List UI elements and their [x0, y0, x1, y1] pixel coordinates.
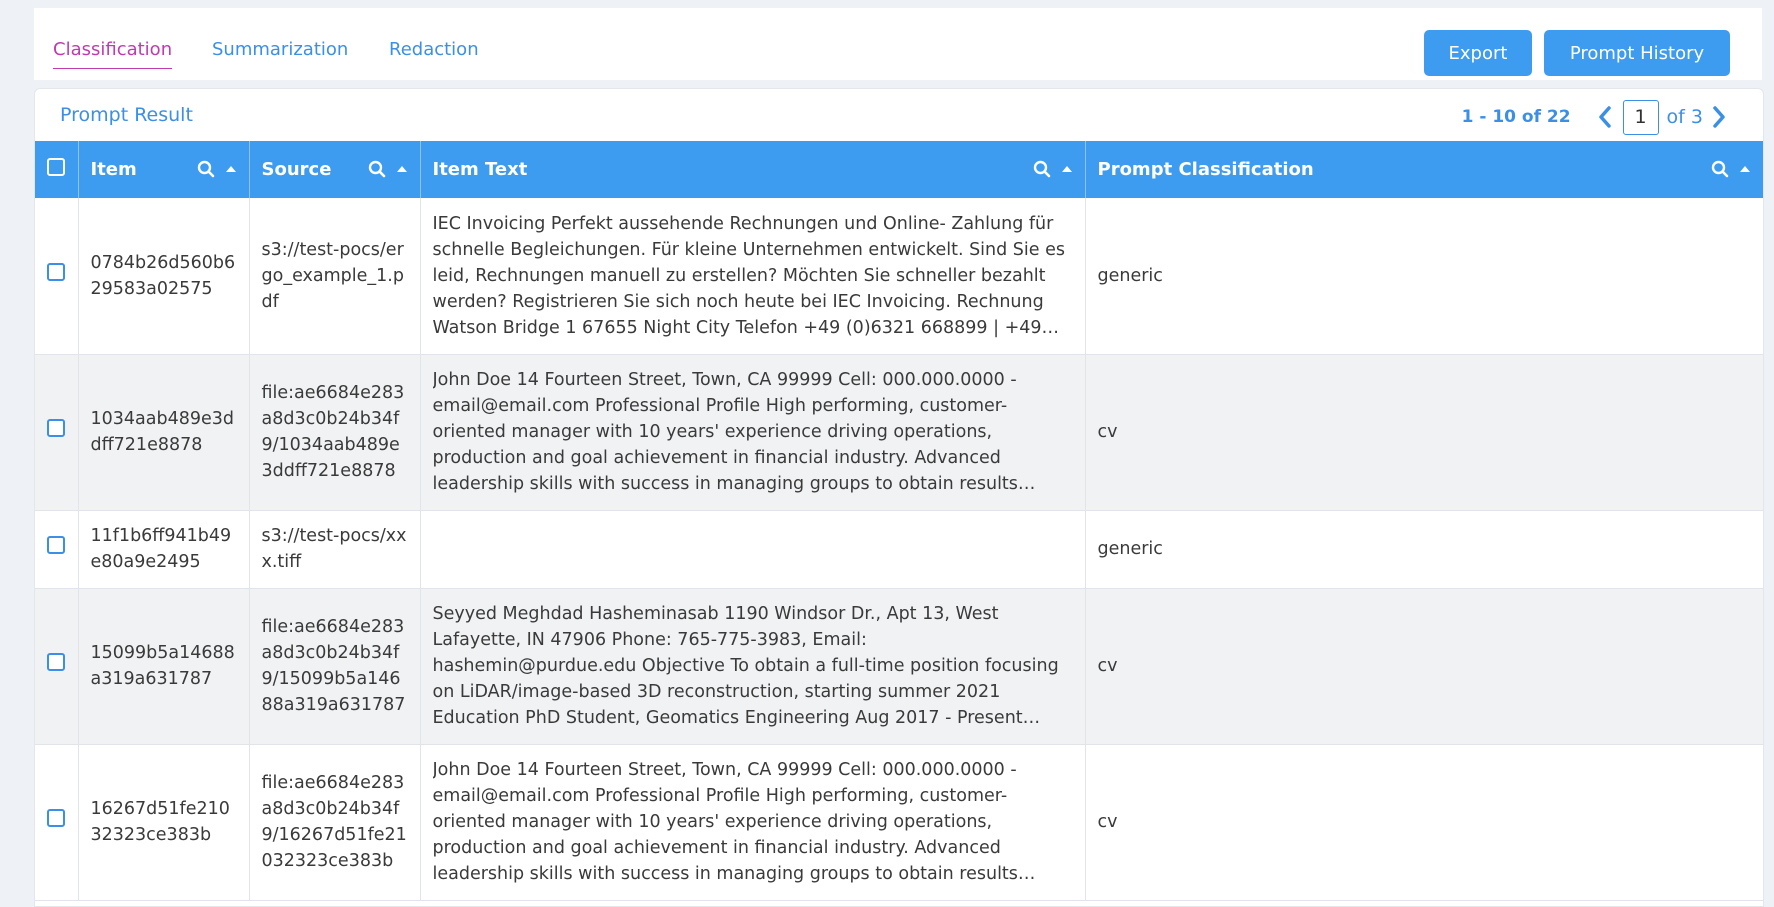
table-row[interactable]: 0784b26d560b629583a02575 s3://test-pocs/… [35, 198, 1763, 355]
item-text-cell: John Doe 14 Fourteen Street, Town, CA 99… [420, 354, 1086, 511]
column-header-prompt-classification: Prompt Classification [1085, 141, 1763, 198]
item-text-cell: John Doe 14 Fourteen Street, Town, CA 99… [420, 744, 1086, 901]
source-cell: s3://test-pocs/xxx.tiff [249, 510, 421, 589]
item-cell: 1034aab489e3ddff721e8878 [78, 354, 250, 511]
item-text-cell: Seyyed Meghdad Hasheminasab 1190 Windsor… [420, 588, 1086, 745]
tab-redaction[interactable]: Redaction [389, 39, 479, 60]
card-title: Prompt Result [60, 104, 193, 126]
export-button[interactable]: Export [1424, 30, 1532, 76]
search-icon[interactable] [368, 160, 386, 178]
pagination: 1 - 10 of 22 1 of 3 [1462, 99, 1727, 135]
sort-asc-icon[interactable] [1061, 160, 1073, 178]
tab-summarization[interactable]: Summarization [212, 39, 348, 60]
search-icon[interactable] [1711, 160, 1729, 178]
column-header-item-text: Item Text [420, 141, 1086, 198]
classification-cell: cv [1085, 354, 1763, 511]
row-checkbox[interactable] [47, 653, 65, 671]
tab-classification[interactable]: Classification [53, 39, 173, 69]
item-text-cell: IEC Invoicing Perfekt aussehende Rechnun… [420, 198, 1086, 355]
row-checkbox[interactable] [47, 536, 65, 554]
item-text: John Doe 14 Fourteen Street, Town, CA 99… [432, 370, 1018, 494]
search-icon[interactable] [1033, 160, 1051, 178]
page-number-input[interactable]: 1 [1622, 99, 1659, 135]
item-text: John Doe 14 Fourteen Street, Town, CA 99… [432, 760, 1018, 884]
row-checkbox[interactable] [47, 809, 65, 827]
item-text: IEC Invoicing Perfekt aussehende Rechnun… [432, 213, 1066, 338]
table-row[interactable]: 16267d51fe21032323ce383b file:ae6684e283… [35, 744, 1763, 901]
source-cell: file:ae6684e283a8d3c0b24b34f9/16267d51fe… [249, 744, 421, 901]
column-header-source: Source [249, 141, 421, 198]
top-strip [0, 0, 1774, 8]
classification-cell: cv [1085, 588, 1763, 745]
row-checkbox[interactable] [47, 262, 65, 281]
classification-cell: generic [1085, 510, 1763, 589]
select-all-cell [35, 141, 79, 198]
row-checkbox[interactable] [47, 419, 65, 437]
table-row[interactable]: 11f1b6ff941b49e80a9e2495 s3://test-pocs/… [35, 510, 1763, 589]
source-cell: file:ae6684e283a8d3c0b24b34f9/1034aab489… [249, 354, 421, 511]
row-select-cell [35, 744, 79, 901]
row-select-cell [35, 588, 79, 745]
sort-asc-icon[interactable] [1739, 160, 1751, 178]
search-icon[interactable] [197, 160, 215, 178]
select-all-checkbox[interactable] [47, 158, 65, 176]
table-header-row: Item Source Item Text Prompt Classificat… [35, 141, 1763, 198]
chevron-left-icon[interactable] [1597, 105, 1613, 129]
chevron-right-icon[interactable] [1711, 105, 1727, 129]
page-total: of 3 [1666, 106, 1703, 128]
pagination-range: 1 - 10 of 22 [1461, 107, 1571, 127]
item-text: Seyyed Meghdad Hasheminasab 1190 Windsor… [432, 604, 1059, 728]
row-select-cell [35, 354, 79, 511]
column-label: Item Text [432, 159, 528, 180]
item-text-cell [420, 510, 1086, 589]
classification-cell: generic [1085, 198, 1763, 355]
table-row[interactable]: 1034aab489e3ddff721e8878 file:ae6684e283… [35, 354, 1763, 511]
source-cell: file:ae6684e283a8d3c0b24b34f9/15099b5a14… [249, 588, 421, 745]
classification-cell: cv [1085, 744, 1763, 901]
item-cell: 16267d51fe21032323ce383b [78, 744, 250, 901]
column-header-item: Item [78, 141, 250, 198]
row-select-cell [35, 198, 79, 355]
sort-asc-icon[interactable] [225, 160, 237, 178]
sort-asc-icon[interactable] [396, 160, 408, 178]
column-label: Prompt Classification [1097, 159, 1314, 180]
table-row[interactable]: 15099b5a14688a319a631787 file:ae6684e283… [35, 588, 1763, 745]
item-cell: 0784b26d560b629583a02575 [78, 198, 250, 355]
source-cell: s3://test-pocs/ergo_example_1.pdf [249, 198, 421, 355]
item-cell: 11f1b6ff941b49e80a9e2495 [78, 510, 250, 589]
left-strip [0, 0, 12, 905]
prompt-result-card: Prompt Result 1 - 10 of 22 1 of 3 Item S… [34, 88, 1764, 907]
prompt-history-button[interactable]: Prompt History [1544, 30, 1730, 76]
item-cell: 15099b5a14688a319a631787 [78, 588, 250, 745]
column-label: Item [90, 159, 137, 180]
column-label: Source [261, 159, 332, 180]
row-select-cell [35, 510, 79, 589]
results-table: Item Source Item Text Prompt Classificat… [35, 141, 1763, 901]
toolbar-panel: Classification Summarization Redaction E… [34, 8, 1762, 80]
